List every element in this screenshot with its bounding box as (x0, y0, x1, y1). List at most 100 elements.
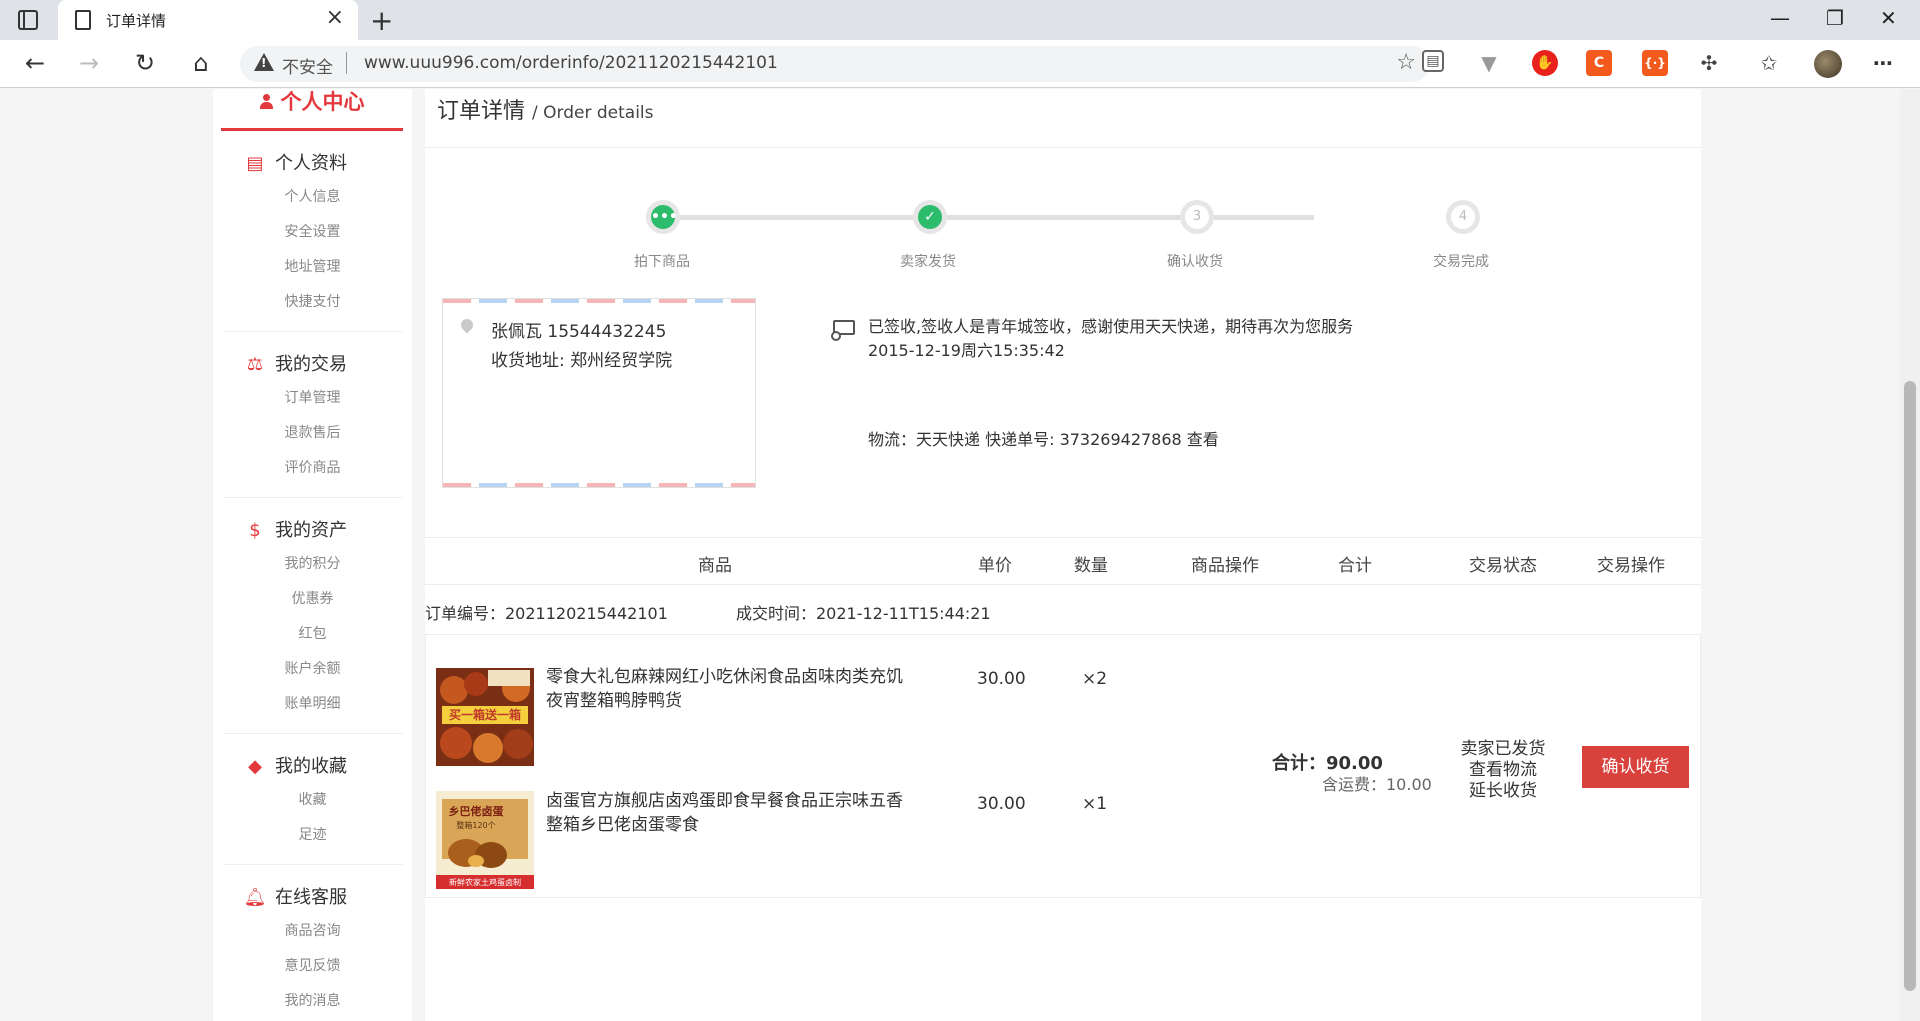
url-field[interactable]: 不安全 www.uuu996.com/orderinfo/20211202154… (240, 46, 1430, 82)
sidebar-item-feedback[interactable]: 意见反馈 (213, 955, 412, 975)
favorites-icon[interactable]: ✩ (1756, 50, 1782, 76)
insecure-label: 不安全 (282, 58, 333, 78)
step-label: 拍下商品 (634, 254, 690, 270)
col-total: 合计 (1338, 556, 1372, 576)
col-price: 单价 (978, 556, 1012, 576)
sidebar-section-profile[interactable]: ▤ 个人资料 (243, 149, 347, 175)
product-name[interactable]: 零食大礼包麻辣网红小吃休闲食品卤味肉类充饥夜宵整箱鸭脖鸭货 (546, 665, 906, 713)
sidebar-item-points[interactable]: 我的积分 (213, 553, 412, 573)
col-goods: 商品 (698, 556, 732, 576)
extend-receipt-link[interactable]: 延长收货 (1453, 781, 1553, 802)
browser-tab[interactable]: 订单详情 × (58, 0, 358, 40)
sidebar-item-balance[interactable]: 账户余额 (213, 658, 412, 678)
user-icon (259, 94, 273, 110)
svg-text:新鲜农家土鸡蛋卤制: 新鲜农家土鸡蛋卤制 (449, 877, 521, 887)
extension-c-icon[interactable]: C (1586, 50, 1612, 76)
product-price: 30.00 (977, 669, 1026, 689)
address-bar: ← → ↻ ⌂ 不安全 www.uuu996.com/orderinfo/202… (0, 40, 1920, 88)
sidebar-item-footprint[interactable]: 足迹 (213, 824, 412, 844)
sidebar-section-service[interactable]: 🔔︎ 在线客服 (243, 883, 347, 909)
sidebar-item-refund[interactable]: 退款售后 (213, 422, 412, 442)
progress-step-4: 4 (1446, 200, 1480, 234)
shipping-fee: 含运费：10.00 (1322, 775, 1432, 794)
dollar-icon: $ (249, 520, 261, 541)
tab-actions-icon[interactable] (18, 10, 38, 30)
sidebar-item-consult[interactable]: 商品咨询 (213, 920, 412, 940)
sidebar-item-messages[interactable]: 我的消息 (213, 990, 412, 1010)
shipping-time: 2015-12-19周六15:35:42 (868, 341, 1065, 360)
collections-icon[interactable]: ▤ (1422, 50, 1444, 72)
sidebar-section-assets[interactable]: $ 我的资产 (243, 516, 347, 542)
bell-icon: 🔔︎ (243, 887, 267, 908)
product-image-snacks[interactable]: 买一箱送一箱 (436, 668, 534, 766)
sidebar-item-bill[interactable]: 账单明细 (213, 693, 412, 713)
home-icon[interactable]: ⌂ (186, 48, 216, 78)
order-detail-panel: 订单详情 / Order details ••• ✓ 3 4 拍下商品 卖家发货… (425, 89, 1701, 1021)
receiver-address: 收货地址: 郑州经贸学院 (491, 351, 673, 371)
svg-text:乡巴佬卤蛋: 乡巴佬卤蛋 (449, 804, 505, 818)
close-window-icon[interactable]: ✕ (1880, 6, 1897, 30)
product-qty: ×2 (1082, 669, 1108, 689)
order-number: 订单编号：2021120215442101 (425, 604, 668, 623)
profile-card-icon: ▤ (246, 153, 264, 174)
profile-avatar[interactable] (1814, 50, 1842, 78)
back-icon[interactable]: ← (20, 48, 50, 78)
close-tab-icon[interactable]: × (326, 7, 344, 29)
new-tab-icon[interactable]: + (370, 4, 393, 37)
more-menu-icon[interactable]: ⋯ (1870, 50, 1896, 76)
sidebar-section-favorites[interactable]: ◆ 我的收藏 (243, 752, 347, 778)
col-qty: 数量 (1074, 556, 1108, 576)
col-goods-action: 商品操作 (1191, 556, 1259, 576)
warning-icon (254, 53, 274, 71)
sidebar-item-coupons[interactable]: 优惠券 (213, 588, 412, 608)
progress-track (664, 215, 1314, 220)
sidebar-item-review[interactable]: 评价商品 (213, 457, 412, 477)
step-label: 确认收货 (1167, 254, 1223, 270)
extension-v-icon[interactable]: ▼ (1476, 50, 1502, 76)
minimize-icon[interactable]: — (1770, 6, 1790, 30)
sidebar-item-red-packet[interactable]: 红包 (213, 623, 412, 643)
sidebar-item-quick-pay[interactable]: 快捷支付 (213, 291, 412, 311)
scale-icon: ⚖ (246, 354, 264, 375)
sidebar-section-trade[interactable]: ⚖ 我的交易 (243, 350, 347, 376)
sidebar-header[interactable]: 个人中心 (221, 89, 403, 131)
sidebar-item-security[interactable]: 安全设置 (213, 221, 412, 241)
forward-icon[interactable]: → (74, 48, 104, 78)
truck-icon (831, 320, 855, 341)
address-card: 张佩瓦 15544432245 收货地址: 郑州经贸学院 (442, 298, 756, 488)
col-action: 交易操作 (1597, 556, 1665, 576)
extensions-icon[interactable]: ✣ (1696, 50, 1722, 76)
progress-step-1: ••• (646, 200, 680, 234)
scrollbar-thumb[interactable] (1904, 381, 1916, 991)
page-title: 订单详情 / Order details (437, 99, 654, 124)
progress-step-2: ✓ (913, 200, 947, 234)
sidebar-item-orders[interactable]: 订单管理 (213, 387, 412, 407)
order-table-header: 商品 单价 数量 商品操作 合计 交易状态 交易操作 (425, 537, 1701, 585)
adblock-icon[interactable]: ✋ (1532, 50, 1558, 76)
confirm-receipt-button[interactable]: 确认收货 (1582, 746, 1689, 788)
product-image-eggs[interactable]: 乡巴佬卤蛋 整箱120个 新鲜农家土鸡蛋卤制 (436, 791, 534, 889)
product-name[interactable]: 卤蛋官方旗舰店卤鸡蛋即食早餐食品正宗味五香整箱乡巴佬卤蛋零食 (546, 789, 906, 837)
add-favorite-icon[interactable]: ☆ (1396, 50, 1416, 75)
sidebar: 个人中心 ▤ 个人资料 个人信息 安全设置 地址管理 快捷支付 ⚖ 我的交易 订单管… (213, 89, 412, 1021)
location-pin-icon (458, 316, 476, 334)
extension-json-icon[interactable]: {·} (1642, 50, 1668, 76)
restore-icon[interactable]: ❐ (1826, 6, 1844, 30)
url-text: www.uuu996.com/orderinfo/202112021544210… (364, 53, 778, 73)
page-icon (75, 10, 91, 30)
product-qty: ×1 (1082, 794, 1108, 814)
refresh-icon[interactable]: ↻ (130, 48, 160, 78)
scrollbar[interactable] (1900, 89, 1920, 1021)
receiver-name-phone: 张佩瓦 15544432245 (491, 322, 667, 342)
logistics-info[interactable]: 物流：天天快递 快递单号: 373269427868 查看 (868, 426, 1219, 450)
sidebar-item-collection[interactable]: 收藏 (213, 789, 412, 809)
sidebar-item-personal-info[interactable]: 个人信息 (213, 186, 412, 206)
shipping-status: 已签收,签收人是青年城签收，感谢使用天天快递，期待再次为您服务 (868, 317, 1354, 336)
progress-step-3: 3 (1180, 200, 1214, 234)
col-status: 交易状态 (1469, 556, 1537, 576)
sidebar-item-address[interactable]: 地址管理 (213, 256, 412, 276)
step-label: 交易完成 (1433, 254, 1489, 270)
browser-tab-bar: 订单详情 × + — ❐ ✕ (0, 0, 1920, 40)
svg-text:买一箱送一箱: 买一箱送一箱 (449, 707, 521, 722)
view-logistics-link[interactable]: 查看物流 (1453, 760, 1553, 781)
